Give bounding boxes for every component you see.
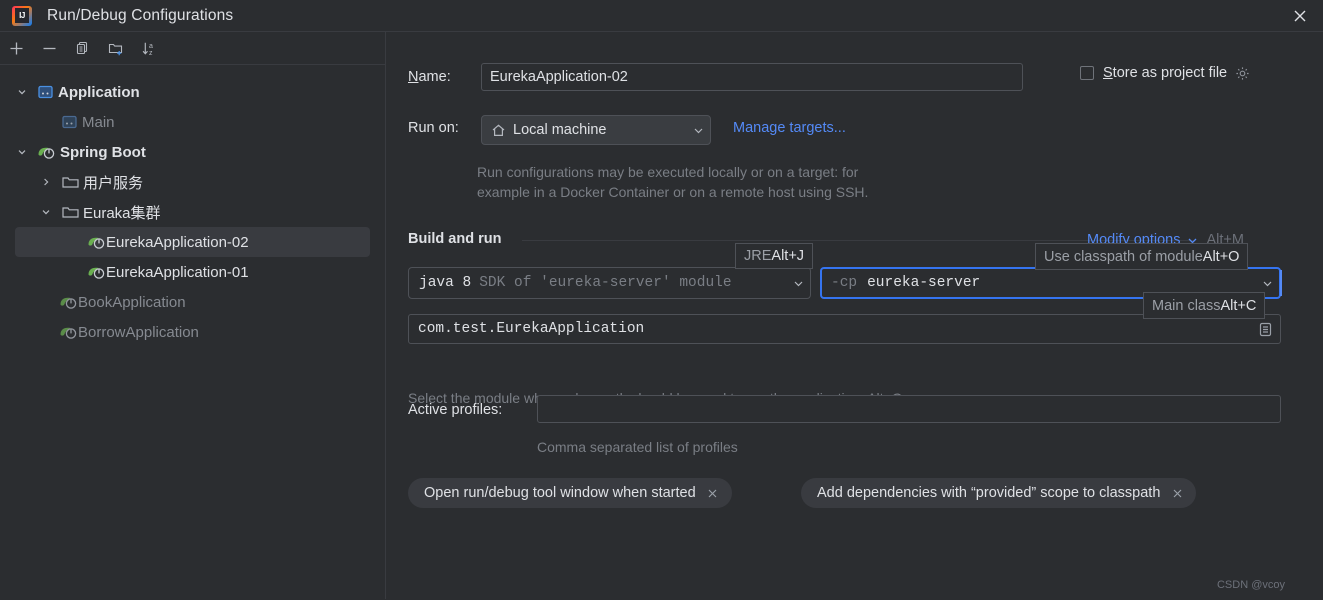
main-class-tooltip-text: Main class xyxy=(1152,297,1221,314)
sort-configurations-button[interactable]: a z xyxy=(132,33,165,63)
classpath-tooltip-text: Use classpath of module xyxy=(1044,248,1203,265)
jre-version-value: java 8 xyxy=(419,275,472,291)
folder-icon xyxy=(62,203,79,221)
title-bar: Run/Debug Configurations xyxy=(0,0,1323,31)
tree-item-label: BorrowApplication xyxy=(78,323,199,341)
name-label: Name: xyxy=(408,69,451,85)
classpath-module-value: eureka-server xyxy=(867,275,981,291)
new-folder-button[interactable] xyxy=(99,33,132,63)
tree-item-main[interactable]: Main xyxy=(0,107,385,137)
tree-item-eureka-application-02[interactable]: EurekaApplication-02 xyxy=(15,227,370,257)
tree-item-label: Spring Boot xyxy=(60,143,146,161)
copy-configuration-button[interactable] xyxy=(66,33,99,63)
close-small-icon[interactable] xyxy=(1170,486,1184,500)
spring-boot-icon xyxy=(58,323,78,341)
option-chip-provided-scope[interactable]: Add dependencies with “provided” scope t… xyxy=(801,478,1197,508)
manage-targets-link[interactable]: Manage targets... xyxy=(733,120,846,136)
configurations-toolbar: a z xyxy=(0,32,385,65)
classpath-tooltip-key: Alt+O xyxy=(1202,248,1240,265)
svg-text:a: a xyxy=(149,43,153,50)
configurations-panel: a z Application Main Spring Boot 用户服务 Eu… xyxy=(0,31,385,600)
chevron-down-icon xyxy=(685,125,704,136)
tree-item-application[interactable]: Application xyxy=(0,77,385,107)
run-on-target-dropdown[interactable]: Local machine xyxy=(481,115,711,145)
jre-tooltip-text: JRE xyxy=(744,248,772,264)
list-browse-icon[interactable] xyxy=(1254,318,1276,340)
home-icon xyxy=(491,123,506,138)
build-and-run-title: Build and run xyxy=(408,231,502,247)
gear-icon[interactable] xyxy=(1235,66,1250,81)
manage-targets-link-text: Manage targets... xyxy=(733,120,846,136)
name-label-mnemonic: N xyxy=(408,69,419,85)
spring-boot-icon xyxy=(58,293,78,311)
chip-label: Open run/debug tool window when started xyxy=(424,485,696,501)
chevron-down-icon[interactable] xyxy=(14,144,30,160)
active-profiles-hint: Comma separated list of profiles xyxy=(537,439,738,455)
tree-item-label: Application xyxy=(58,83,140,101)
folder-icon xyxy=(62,173,79,191)
tree-item-label: Euraka集群 xyxy=(83,204,161,222)
name-input-value: EurekaApplication-02 xyxy=(490,69,628,85)
svg-text:z: z xyxy=(149,50,153,57)
active-profiles-input[interactable] xyxy=(537,395,1281,423)
run-on-target-value: Local machine xyxy=(513,122,607,138)
close-small-icon[interactable] xyxy=(706,486,720,500)
store-label-mnemonic: S xyxy=(1103,65,1113,81)
tree-item-spring-boot[interactable]: Spring Boot xyxy=(0,137,385,167)
tree-item-label: Main xyxy=(82,113,115,131)
run-on-label-text: Run on: xyxy=(408,120,459,136)
chevron-down-icon xyxy=(1254,278,1273,289)
intellij-idea-icon xyxy=(12,5,32,26)
name-input[interactable]: EurekaApplication-02 xyxy=(481,63,1023,91)
remove-configuration-button[interactable] xyxy=(33,33,66,63)
spring-boot-icon xyxy=(36,143,56,161)
configurations-tree[interactable]: Application Main Spring Boot 用户服务 Euraka… xyxy=(0,77,385,347)
jre-description: SDK of 'eureka-server' module xyxy=(479,275,732,291)
store-as-project-file-box[interactable] xyxy=(1080,66,1094,80)
store-label-rest: tore as project file xyxy=(1112,65,1228,81)
run-on-hint: Run configurations may be executed local… xyxy=(477,162,997,202)
application-icon xyxy=(60,113,78,131)
tree-item-folder-user-service[interactable]: 用户服务 xyxy=(0,167,385,197)
main-class-tooltip-key: Alt+C xyxy=(1220,297,1257,314)
tree-item-folder-euraka-cluster[interactable]: Euraka集群 xyxy=(0,197,385,227)
run-on-hint-line1: Run configurations may be executed local… xyxy=(477,164,859,180)
classpath-prefix: -cp xyxy=(831,275,858,291)
tree-item-book-application[interactable]: BookApplication xyxy=(0,287,385,317)
tree-item-eureka-application-01[interactable]: EurekaApplication-01 xyxy=(0,257,385,287)
tree-item-label: 用户服务 xyxy=(83,174,144,192)
tree-item-label: EurekaApplication-02 xyxy=(106,233,249,251)
close-icon[interactable] xyxy=(1277,0,1323,31)
tree-item-label: BookApplication xyxy=(78,293,186,311)
text-cursor xyxy=(1280,270,1282,296)
jre-tooltip: JRE Alt+J xyxy=(735,243,814,269)
chevron-down-icon[interactable] xyxy=(14,84,30,100)
chip-label: Add dependencies with “provided” scope t… xyxy=(817,485,1161,501)
chevron-right-icon[interactable] xyxy=(38,174,54,190)
tree-item-borrow-application[interactable]: BorrowApplication xyxy=(0,317,385,347)
add-configuration-button[interactable] xyxy=(0,33,33,63)
run-debug-configurations-dialog: Run/Debug Configurations xyxy=(0,0,1323,600)
chevron-down-icon xyxy=(785,278,804,289)
jre-dropdown[interactable]: java 8 SDK of 'eureka-server' module xyxy=(408,267,811,299)
tree-item-label: EurekaApplication-01 xyxy=(106,263,249,281)
active-profiles-label-text: Active profiles: xyxy=(408,402,503,418)
watermark: CSDN @vcoy xyxy=(1216,579,1285,591)
window-title: Run/Debug Configurations xyxy=(47,6,234,24)
classpath-module-tooltip: Use classpath of module Alt+O xyxy=(1035,243,1249,270)
store-as-project-file-checkbox[interactable]: Store as project file xyxy=(1080,65,1250,81)
run-on-label: Run on: xyxy=(408,120,459,136)
chevron-down-icon[interactable] xyxy=(38,204,54,220)
jre-tooltip-key: Alt+J xyxy=(771,248,805,264)
spring-boot-icon xyxy=(86,233,106,251)
application-icon xyxy=(36,83,54,101)
main-class-value: com.test.EurekaApplication xyxy=(418,321,645,337)
active-profiles-label: Active profiles: xyxy=(408,402,502,418)
name-label-rest: ame: xyxy=(418,69,451,85)
spring-boot-icon xyxy=(86,263,106,281)
run-on-hint-line2: example in a Docker Container or on a re… xyxy=(477,184,869,200)
main-class-tooltip: Main class Alt+C xyxy=(1143,292,1266,319)
option-chip-open-run-window[interactable]: Open run/debug tool window when started xyxy=(408,478,732,508)
